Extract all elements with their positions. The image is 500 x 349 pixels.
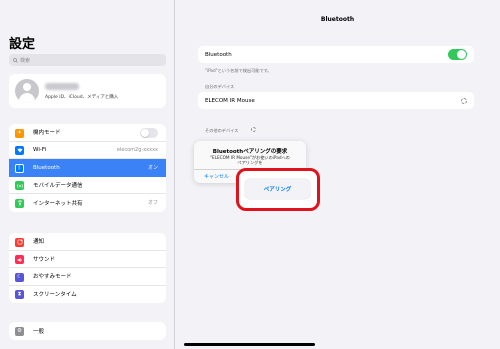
general-settings-group: ⚙ 一般: [9, 322, 166, 340]
hourglass-icon: ⧗: [15, 290, 24, 299]
sidebar-item-label: Bluetooth: [33, 164, 60, 171]
searching-spinner-icon: [251, 127, 256, 132]
antenna-icon: [15, 181, 24, 190]
dialog-title: Bluetoothペアリングの要求: [212, 149, 288, 155]
pair-button[interactable]: ペアリング: [245, 179, 310, 199]
sidebar-item-notifications[interactable]: 通知: [9, 233, 166, 251]
pair-button-highlight: ペアリング: [236, 168, 320, 211]
sidebar-item-label: 機内モード: [33, 130, 61, 137]
sidebar-item-label: Wi-Fi: [33, 146, 47, 153]
dialog-message-line: ペアリングを: [237, 160, 263, 165]
bluetooth-icon: ᛒ: [15, 163, 24, 173]
notification-settings-group: 通知 サウンド ☾ おやすみモード ⧗ スクリーンタイム: [9, 233, 166, 303]
loading-spinner-icon: [461, 97, 467, 104]
airplane-mode-toggle[interactable]: [140, 128, 158, 138]
device-name: ELECOM IR Mouse: [205, 97, 255, 104]
sidebar-item-sounds[interactable]: サウンド: [9, 251, 166, 268]
hotspot-status: オフ: [147, 200, 158, 207]
bluetooth-toggle[interactable]: [448, 49, 467, 60]
gear-icon: ⚙: [15, 326, 24, 336]
hotspot-icon: [15, 198, 24, 208]
home-indicator: [184, 343, 315, 346]
sidebar-item-mobile-data[interactable]: モバイルデータ通信: [9, 177, 166, 194]
sidebar-item-label: インターネット共有: [33, 200, 83, 207]
speaker-icon: [15, 255, 24, 264]
search-icon: [13, 57, 18, 63]
bluetooth-toggle-label: Bluetooth: [205, 51, 232, 58]
profile-name-redacted: [45, 83, 79, 90]
my-devices-header: 自分のデバイス: [205, 84, 235, 89]
wifi-icon: [15, 146, 24, 155]
page-title: Bluetooth: [320, 16, 355, 23]
dialog-message: "ELECOM IR Mouse"がお使いのiPadへの ペアリングを: [200, 155, 300, 165]
sidebar-item-label: サウンド: [33, 256, 56, 263]
sidebar-item-airplane-mode[interactable]: ✈ 機内モード: [9, 124, 166, 142]
sidebar-item-screen-time[interactable]: ⧗ スクリーンタイム: [9, 286, 166, 304]
bluetooth-discoverable-note: "iPad"という名前で検出可能です。: [205, 68, 272, 73]
notification-icon: [15, 237, 24, 247]
device-row[interactable]: ELECOM IR Mouse: [198, 92, 474, 109]
avatar: [15, 79, 39, 103]
settings-sidebar: 設定 検索 Apple ID、iCloud、メディアと購入 ✈ 機内モード Wi…: [0, 0, 175, 349]
sidebar-item-do-not-disturb[interactable]: ☾ おやすみモード: [9, 268, 166, 286]
sidebar-item-label: 一般: [33, 328, 45, 335]
sidebar-item-label: おやすみモード: [33, 274, 72, 281]
airplane-icon: ✈: [15, 128, 24, 138]
moon-icon: ☾: [15, 272, 24, 282]
sidebar-item-label: モバイルデータ通信: [33, 182, 83, 189]
other-devices-header: その他のデバイス: [205, 128, 239, 133]
sidebar-title: 設定: [9, 37, 36, 52]
apple-id-profile[interactable]: Apple ID、iCloud、メディアと購入: [9, 74, 166, 108]
sidebar-item-label: スクリーンタイム: [33, 292, 77, 299]
bluetooth-status: オン: [147, 165, 158, 172]
wifi-network-name: elecom2g-xxxxx: [116, 146, 158, 153]
search-placeholder: 検索: [20, 57, 31, 64]
search-field[interactable]: 検索: [9, 54, 166, 66]
sidebar-item-general[interactable]: ⚙ 一般: [9, 322, 166, 340]
sidebar-item-hotspot[interactable]: インターネット共有 オフ: [9, 194, 166, 212]
network-settings-group: ✈ 機内モード Wi-Fi elecom2g-xxxxx ᛒ Bluetooth…: [9, 124, 166, 212]
sidebar-item-label: 通知: [33, 239, 45, 246]
sidebar-item-wifi[interactable]: Wi-Fi elecom2g-xxxxx: [9, 142, 166, 159]
sidebar-item-bluetooth[interactable]: ᛒ Bluetooth オン: [9, 159, 166, 177]
profile-subtitle: Apple ID、iCloud、メディアと購入: [45, 95, 119, 100]
bluetooth-toggle-row: Bluetooth: [198, 46, 474, 63]
